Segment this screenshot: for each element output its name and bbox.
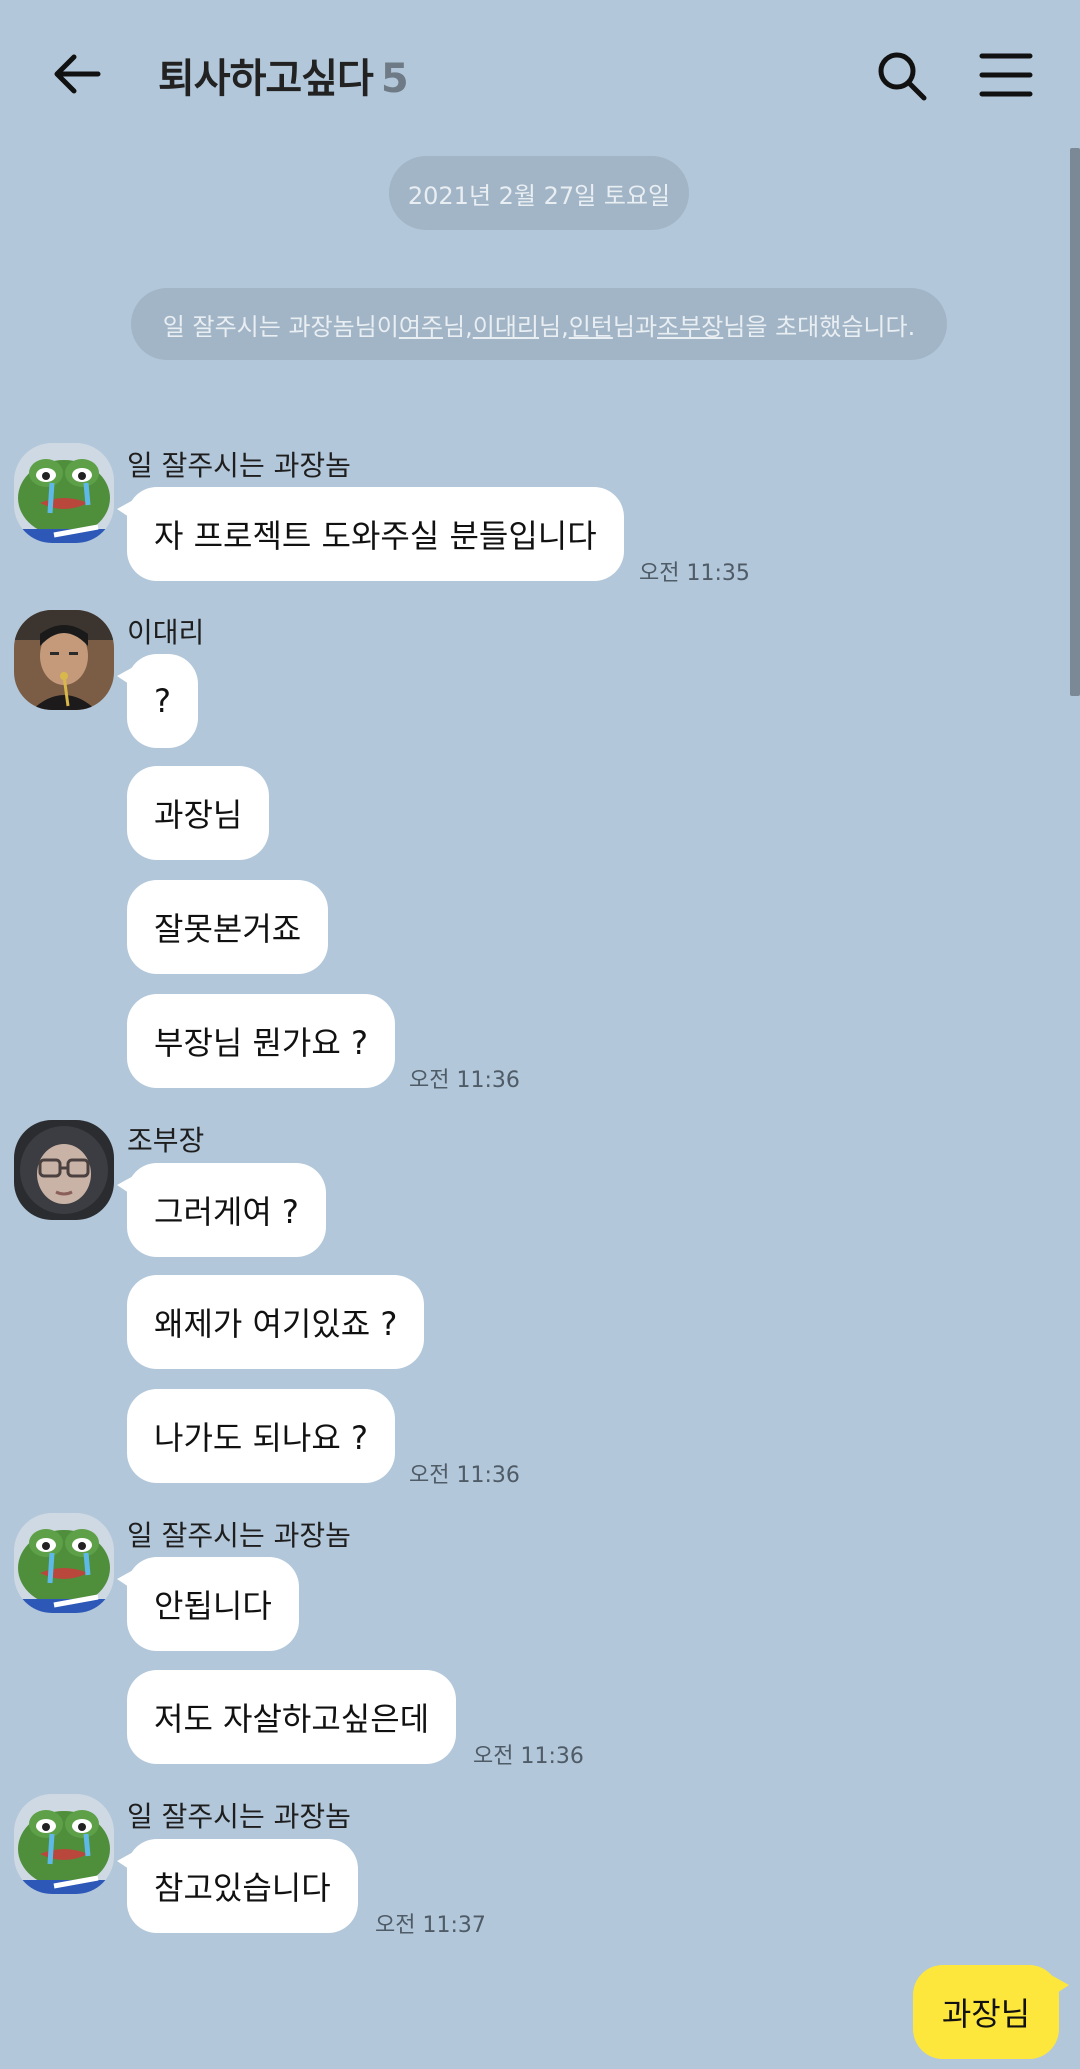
hood-glasses-avatar[interactable] xyxy=(14,1120,114,1220)
message-time: 오전 11:36 xyxy=(409,1068,520,1093)
message-time: 오전 11:36 xyxy=(409,1463,520,1488)
message-bubble[interactable]: 저도 자살하고싶은데 xyxy=(127,1670,457,1764)
invitee-link-3[interactable]: 인턴 xyxy=(569,307,613,342)
system-suffix: 님을 초대했습니다. xyxy=(723,312,916,341)
sender-name: 일 잘주시는 과장놈 xyxy=(127,1519,351,1552)
pepe-avatar[interactable] xyxy=(14,1794,114,1894)
menu-button[interactable] xyxy=(978,48,1034,104)
message-bubble[interactable]: 그러게여 ? xyxy=(117,1163,326,1257)
date-divider: 2021년 2월 27일 토요일 xyxy=(389,156,689,230)
invitee-link-4[interactable]: 조부장 xyxy=(657,307,723,342)
system-sep-3: 님과 xyxy=(612,312,658,341)
system-sep-2: 님, xyxy=(538,312,569,341)
hamburger-menu-icon xyxy=(979,53,1033,97)
arrow-left-icon xyxy=(54,54,101,94)
sender-name: 조부장 xyxy=(127,1124,205,1157)
message-bubble[interactable]: 참고있습니다 xyxy=(117,1839,358,1933)
sender-name: 일 잘주시는 과장놈 xyxy=(127,1800,351,1833)
chat-header: 퇴사하고싶다 5 xyxy=(0,0,1080,148)
my-message-bubble[interactable]: 과장님 xyxy=(913,1965,1069,2059)
scrollbar-thumb[interactable] xyxy=(1070,148,1080,696)
room-name: 퇴사하고싶다 xyxy=(158,56,374,102)
back-button[interactable] xyxy=(48,44,108,104)
search-button[interactable] xyxy=(872,46,932,106)
chat-title: 퇴사하고싶다 5 xyxy=(158,46,409,104)
pepe-avatar[interactable] xyxy=(14,443,114,543)
pepe-avatar[interactable] xyxy=(14,1513,114,1613)
message-bubble[interactable]: 과장님 xyxy=(127,766,270,860)
search-icon xyxy=(878,52,927,101)
message-bubble[interactable]: 잘못본거죠 xyxy=(127,880,329,974)
invitee-link-1[interactable]: 여주 xyxy=(399,307,443,342)
invitee-link-2[interactable]: 이대리 xyxy=(473,307,539,342)
message-bubble[interactable]: 나가도 되나요 ? xyxy=(127,1389,395,1483)
sender-name: 이대리 xyxy=(127,616,205,649)
message-bubble[interactable]: 자 프로젝트 도와주실 분들입니다 xyxy=(117,487,624,581)
message-time: 오전 11:36 xyxy=(473,1744,584,1769)
member-count: 5 xyxy=(380,56,409,102)
message-time: 오전 11:37 xyxy=(375,1913,486,1938)
system-sep-1: 님, xyxy=(443,312,473,341)
message-bubble[interactable]: ? xyxy=(117,654,198,748)
man-photo-avatar[interactable] xyxy=(14,610,114,710)
system-invite-message: 일 잘주시는 과장놈님이 여주 님, 이대리 님, 인턴 님과 조부장 님을 초대했습니… xyxy=(131,288,947,360)
message-time: 오전 11:35 xyxy=(639,561,750,586)
message-bubble[interactable]: 왜제가 여기있죠 ? xyxy=(127,1275,425,1369)
message-bubble[interactable]: 부장님 뭔가요 ? xyxy=(127,994,395,1088)
sender-name: 일 잘주시는 과장놈 xyxy=(127,449,351,482)
system-prefix: 일 잘주시는 과장놈님이 xyxy=(162,312,399,341)
message-bubble[interactable]: 안됩니다 xyxy=(117,1557,299,1651)
